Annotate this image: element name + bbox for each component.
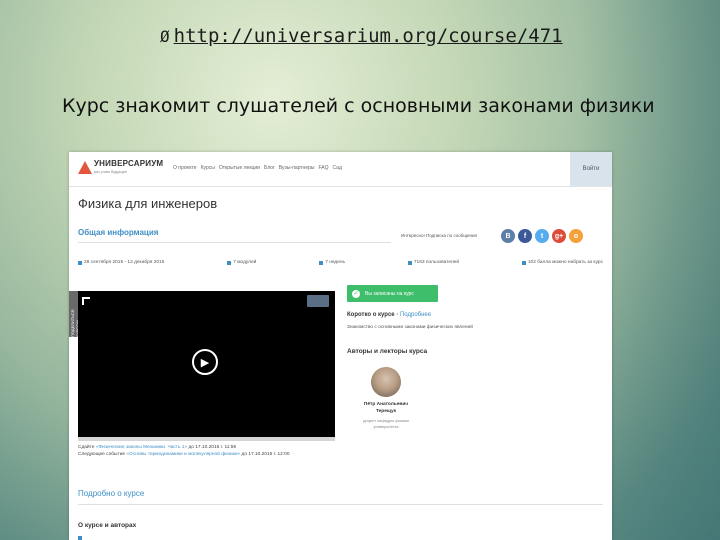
- facebook-icon[interactable]: f: [518, 229, 532, 243]
- fact-text: 28 сентября 2015 - 12 декабря 2015: [84, 260, 165, 265]
- divider: [78, 242, 391, 243]
- tab-more[interactable]: Подробнее: [400, 312, 431, 318]
- author-name[interactable]: Пётр Анатольевич Терещук: [356, 401, 416, 415]
- trophy-icon: [521, 260, 526, 265]
- website-screenshot: УНИВЕРСАРИУМ мы учим будущее О проекте К…: [69, 152, 612, 540]
- share-course-tab[interactable]: ПОДЕЛИТЬСЯ КУРСОМ: [69, 291, 80, 337]
- twitter-icon[interactable]: t: [535, 229, 549, 243]
- site-header: УНИВЕРСАРИУМ мы учим будущее О проекте К…: [69, 152, 612, 187]
- fact-text: 7 недель: [325, 260, 346, 265]
- next-event-rest: до 17.10.2015 г. 12:00: [241, 452, 290, 457]
- nav-item[interactable]: Сад: [333, 165, 342, 171]
- more-about-heading[interactable]: Подробно о курсе: [78, 489, 144, 498]
- nav-item[interactable]: Курсы: [201, 165, 215, 171]
- course-facts: 28 сентября 2015 - 12 декабря 2015 7 мод…: [78, 260, 603, 265]
- deadline-prefix: Сдайте: [78, 445, 95, 450]
- login-button[interactable]: Войти: [570, 152, 612, 186]
- fact-text: 102 балла можно набрать за курс: [527, 260, 603, 265]
- logo-tagline: мы учим будущее: [94, 169, 128, 174]
- video-share-button[interactable]: [307, 295, 329, 307]
- googleplus-icon[interactable]: g+: [552, 229, 566, 243]
- enrolled-label: Вы записаны на курс: [365, 290, 414, 297]
- fact-users: 7163 пользователей: [407, 260, 460, 265]
- author-avatar[interactable]: [371, 367, 401, 397]
- deadline-notice: Сдайте «Физические законы Механики. Част…: [78, 444, 338, 458]
- enrolled-button[interactable]: ✓ Вы записаны на курс: [347, 285, 438, 302]
- tab-general-info[interactable]: Общая информация: [78, 228, 158, 237]
- authors-heading: Авторы и лекторы курса: [347, 348, 428, 355]
- fact-points: 102 балла можно набрать за курс: [521, 260, 603, 265]
- fact-text: 7 модулей: [233, 260, 257, 265]
- nav-item[interactable]: Вузы-партнеры: [279, 165, 315, 171]
- deadline-link[interactable]: «Физические законы Механики. Часть 1»: [96, 445, 187, 450]
- bullet-arrow-icon: Ø: [160, 26, 170, 46]
- odnoklassniki-icon[interactable]: o: [569, 229, 583, 243]
- vk-icon[interactable]: B: [501, 229, 515, 243]
- deadline-rest: до 17.10.2015 г. 11:59: [188, 445, 237, 450]
- fact-dates: 28 сентября 2015 - 12 декабря 2015: [78, 260, 164, 265]
- bullet-marker: [78, 536, 82, 540]
- social-buttons: Bf t g+ o: [501, 229, 583, 243]
- about-text: Знакомство с основными законами физическ…: [347, 325, 473, 330]
- fact-modules: 7 модулей: [227, 260, 256, 265]
- course-url-link[interactable]: http://universarium.org/course/471: [174, 25, 563, 47]
- fact-text: 7163 пользователей: [413, 260, 460, 265]
- subscribe-link[interactable]: Интересно! Подписка по сообщения: [401, 233, 477, 238]
- slide-caption: Курс знакомит слушателей с основными зак…: [62, 95, 655, 117]
- video-player[interactable]: ▶: [78, 291, 335, 437]
- main-nav: О проекте Курсы Открытые лекции Блог Вуз…: [173, 165, 342, 171]
- nav-item[interactable]: FAQ: [318, 165, 328, 171]
- logo-brand: УНИВЕРСАРИУМ: [94, 159, 164, 168]
- tab-short-about[interactable]: Коротко о курсе: [347, 312, 395, 318]
- site-logo[interactable]: УНИВЕРСАРИУМ мы учим будущее: [78, 159, 163, 179]
- modules-icon: [227, 260, 232, 265]
- video-progress-bar[interactable]: [78, 437, 335, 441]
- divider: [78, 504, 603, 505]
- nav-item[interactable]: Открытые лекции: [219, 165, 260, 171]
- author-role: доцент кафедры физики университета: [363, 418, 409, 429]
- check-icon: ✓: [352, 289, 360, 298]
- nav-item[interactable]: Блог: [264, 165, 275, 171]
- calendar-icon: [78, 260, 82, 265]
- next-event-prefix: Следующее событие: [78, 452, 126, 457]
- course-authors-heading: О курсе и авторах: [78, 522, 137, 529]
- about-tabs: Коротко о курсе · Подробнее: [347, 312, 431, 318]
- fact-weeks: 7 недель: [319, 260, 345, 265]
- course-title: Физика для инженеров: [78, 196, 218, 211]
- clock-icon: [319, 260, 324, 265]
- video-logo-icon: [82, 297, 90, 305]
- nav-item[interactable]: О проекте: [173, 165, 197, 171]
- play-icon[interactable]: ▶: [192, 349, 218, 375]
- next-event-link[interactable]: «Основы термодинамики и молекулярной физ…: [126, 452, 240, 457]
- logo-triangle-icon: [78, 161, 92, 174]
- users-icon: [407, 260, 412, 265]
- url-bullet: Ø http://universarium.org/course/471: [160, 22, 563, 50]
